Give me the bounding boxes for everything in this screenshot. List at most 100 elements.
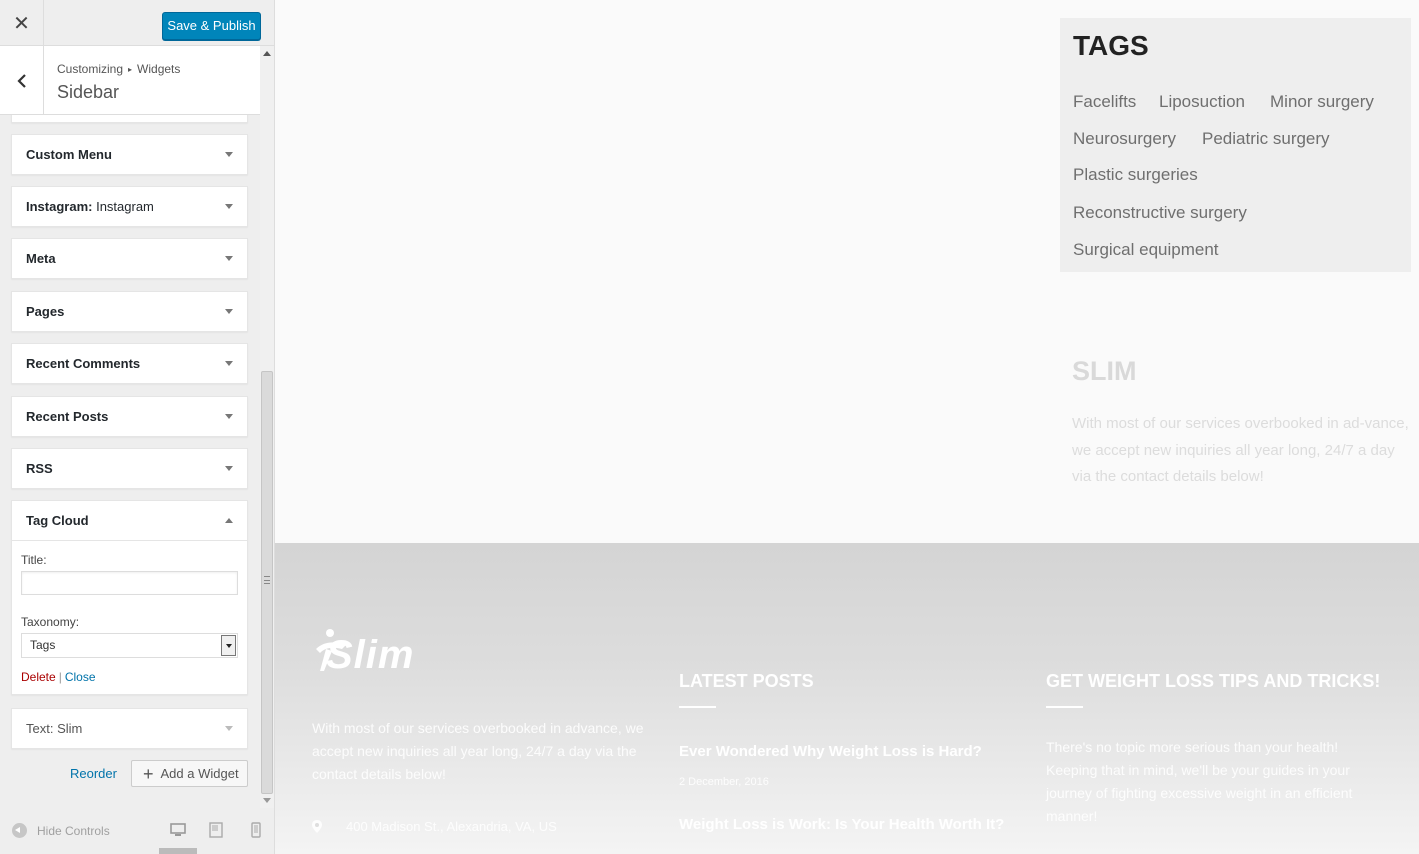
- breadcrumb: Customizing ▸ Widgets: [57, 62, 180, 76]
- taxonomy-label: Taxonomy:: [21, 615, 80, 629]
- add-widget-label: Add a Widget: [160, 766, 239, 781]
- arrow-up-icon[interactable]: [225, 518, 233, 523]
- customizer-sidebar: ✕ Save & Publish Customizing ▸ Widgets Sid…: [0, 0, 275, 854]
- tips-text: There's no topic more serious than your …: [1046, 739, 1353, 824]
- reorder-link[interactable]: Reorder: [70, 766, 117, 781]
- widget-title: Pages: [26, 304, 65, 319]
- panel-header: Customizing ▸ Widgets Sidebar: [0, 46, 260, 115]
- widget-custom-menu[interactable]: Custom Menu: [11, 134, 248, 175]
- arrow-down-icon[interactable]: [225, 414, 233, 419]
- tag-link[interactable]: Plastic surgeries: [1073, 165, 1198, 185]
- widget-title: Meta: [26, 251, 56, 266]
- text-widget-slim: SLIM With most of our services overbooke…: [1072, 356, 1412, 491]
- widget-pages[interactable]: Pages: [11, 291, 248, 332]
- post-date: 2 December, 2016: [679, 776, 769, 788]
- widget-rss[interactable]: RSS: [11, 448, 248, 489]
- site-logo[interactable]: Slim: [312, 629, 414, 678]
- add-widget-button[interactable]: + Add a Widget: [131, 760, 248, 787]
- tag-link[interactable]: Reconstructive surgery: [1073, 203, 1247, 223]
- post-link[interactable]: Ever Wondered Why Weight Loss is Hard?: [679, 743, 982, 760]
- dropdown-button[interactable]: [221, 635, 236, 656]
- scrollbar-thumb[interactable]: [261, 371, 273, 794]
- chevron-left-icon[interactable]: [0, 46, 44, 115]
- latest-posts-heading: LATEST POSTS: [679, 671, 814, 691]
- hide-controls-button[interactable]: Hide Controls: [12, 823, 110, 838]
- plus-icon: +: [143, 763, 154, 784]
- breadcrumb-root: Customizing: [57, 62, 124, 76]
- widget-tag-cloud[interactable]: Tag Cloud Title: Taxonomy: Tags Delete | C…: [11, 500, 248, 695]
- arrow-down-icon[interactable]: [225, 309, 233, 314]
- widget-title: Custom Menu: [26, 147, 112, 162]
- mobile-icon[interactable]: [248, 822, 264, 838]
- widget-instagram[interactable]: Instagram: Instagram: [11, 186, 248, 227]
- heading-underline: [679, 706, 716, 708]
- breadcrumb-separator: ▸: [128, 65, 133, 74]
- arrow-down-icon[interactable]: [225, 726, 233, 731]
- arrow-down-icon[interactable]: [225, 204, 233, 209]
- tips-heading: GET WEIGHT LOSS TIPS AND TRICKS!: [1046, 671, 1381, 691]
- arrow-down-icon[interactable]: [225, 256, 233, 261]
- tag-link[interactable]: Pediatric surgery: [1202, 129, 1330, 149]
- tags-widget: TAGS Facelifts Liposuction Minor surgery…: [1060, 18, 1411, 272]
- tag-link[interactable]: Minor surgery: [1270, 92, 1374, 112]
- map-pin-icon: [312, 820, 322, 833]
- widget-actions: Delete | Close: [21, 670, 238, 684]
- scroll-up-icon[interactable]: [263, 51, 271, 56]
- widget-recent-comments[interactable]: Recent Comments: [11, 343, 248, 384]
- grip-icon: [264, 576, 270, 584]
- widget-title: Text:: [26, 721, 54, 736]
- title-input[interactable]: [21, 571, 238, 595]
- tag-link[interactable]: Neurosurgery: [1073, 129, 1176, 149]
- widget-heading: SLIM: [1072, 356, 1137, 386]
- tablet-icon[interactable]: [208, 822, 224, 838]
- action-separator: |: [58, 670, 62, 684]
- footer-address: 400 Madison St., Alexandria, VA, US: [312, 819, 557, 834]
- widget-meta[interactable]: Meta: [11, 238, 248, 279]
- post-link[interactable]: Weight Loss is Work: Is Your Health Wort…: [679, 816, 1004, 833]
- title-label: Title:: [21, 553, 47, 567]
- footer-about: With most of our services overbooked in …: [312, 720, 644, 782]
- tag-link[interactable]: Facelifts: [1073, 92, 1136, 112]
- arrow-down-icon[interactable]: [225, 152, 233, 157]
- widget-recent-posts[interactable]: Recent Posts: [11, 396, 248, 437]
- close-link[interactable]: Close: [65, 670, 96, 684]
- widget-title: Recent Comments: [26, 356, 141, 371]
- widget-partial: [11, 115, 248, 123]
- widget-title: RSS: [26, 461, 53, 476]
- taxonomy-select[interactable]: Tags: [21, 633, 238, 658]
- chevron-down-icon: [225, 643, 232, 648]
- tag-link[interactable]: Liposuction: [1159, 92, 1245, 112]
- widget-title: Instagram:: [26, 199, 93, 214]
- widget-text-slim[interactable]: Text: Slim: [11, 708, 248, 749]
- widget-form: Title: Taxonomy: Tags Delete | Close: [12, 540, 247, 694]
- customizer-footer: Hide Controls: [0, 808, 274, 854]
- site-footer: Slim With most of our services overbooke…: [275, 543, 1419, 854]
- save-publish-button[interactable]: Save & Publish: [162, 12, 261, 40]
- customizer-header: ✕ Save & Publish: [0, 0, 274, 46]
- arrow-down-icon[interactable]: [225, 361, 233, 366]
- taxonomy-selected-value: Tags: [30, 638, 56, 652]
- address-text: 400 Madison St., Alexandria, VA, US: [346, 819, 557, 834]
- widget-list: Custom Menu Instagram: Instagram Meta Pa…: [0, 115, 260, 815]
- widget-title: Tag Cloud: [26, 513, 89, 528]
- tags-title: TAGS: [1073, 30, 1149, 61]
- collapse-circle-icon: [12, 823, 27, 838]
- tag-link[interactable]: Surgical equipment: [1073, 240, 1219, 260]
- widget-subtitle: Slim: [53, 721, 83, 736]
- hide-controls-label: Hide Controls: [37, 823, 110, 838]
- widget-title: Recent Posts: [26, 409, 109, 424]
- panel-title: Sidebar: [57, 82, 120, 102]
- widget-subtitle: Instagram: [92, 199, 154, 214]
- active-device-indicator: [159, 848, 197, 854]
- delete-link[interactable]: Delete: [21, 670, 56, 684]
- runner-icon: [316, 629, 346, 671]
- scroll-down-icon[interactable]: [263, 798, 271, 803]
- arrow-down-icon[interactable]: [225, 466, 233, 471]
- widget-text: With most of our services overbooked in …: [1072, 415, 1409, 485]
- scrollbar[interactable]: [260, 46, 274, 808]
- close-icon[interactable]: ✕: [0, 0, 44, 46]
- breadcrumb-section: Widgets: [137, 62, 181, 76]
- heading-underline: [1046, 706, 1083, 708]
- site-preview: TAGS Facelifts Liposuction Minor surgery…: [275, 0, 1419, 854]
- desktop-icon[interactable]: [170, 822, 186, 838]
